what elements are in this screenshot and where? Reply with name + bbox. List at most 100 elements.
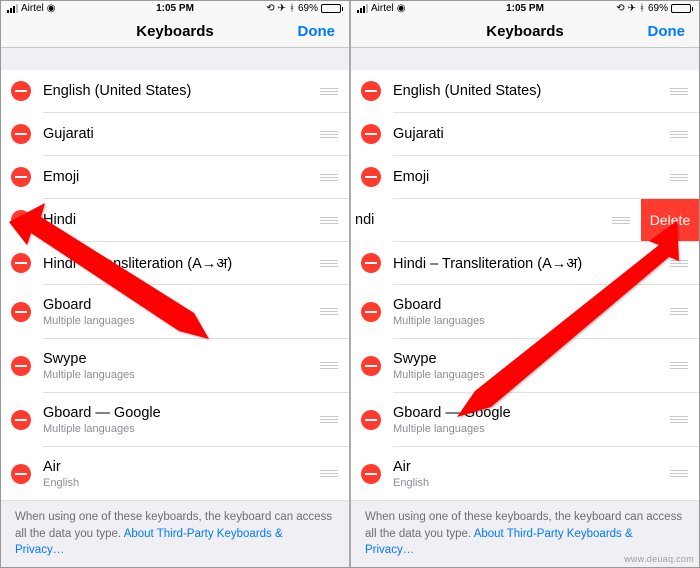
status-time: 1:05 PM [506,3,544,14]
signal-icon [7,4,18,13]
alarm-icon: ✈ [628,3,636,14]
drag-handle-icon[interactable] [611,217,641,224]
list-item[interactable]: Gujarati [351,113,699,156]
row-title: English (United States) [43,83,319,99]
bluetooth-icon: ᚼ [289,3,295,14]
drag-handle-icon[interactable] [669,416,699,423]
drag-handle-icon[interactable] [669,362,699,369]
delete-toggle-icon[interactable] [11,124,31,144]
row-title: Air [43,459,319,475]
row-subtitle: English [43,477,319,489]
delete-toggle-icon[interactable] [11,253,31,273]
row-title: Emoji [393,169,669,185]
drag-handle-icon[interactable] [319,88,349,95]
row-title: Air [393,459,669,475]
list-item[interactable]: Emoji [1,156,349,199]
page-title: Keyboards [136,23,214,40]
drag-handle-icon[interactable] [319,470,349,477]
list-item[interactable]: Hindi – Transliteration (A→अ) [1,242,349,285]
battery-pct: 69% [298,3,318,14]
row-title: Gboard — Google [393,405,669,421]
list-item[interactable]: Gujarati [1,113,349,156]
carrier-label: Airtel [21,3,44,14]
alarm-icon: ✈ [278,3,286,14]
delete-toggle-icon[interactable] [361,464,381,484]
row-title: Hindi [43,212,319,228]
delete-toggle-icon[interactable] [361,81,381,101]
list-item[interactable]: Hindi – Transliteration (A→अ) [351,242,699,285]
drag-handle-icon[interactable] [319,174,349,181]
drag-handle-icon[interactable] [669,308,699,315]
done-button[interactable]: Done [648,23,686,40]
row-subtitle: Multiple languages [393,315,669,327]
row-title: Swype [43,351,319,367]
list-item[interactable]: Hindi [1,199,349,242]
list-item[interactable]: Gboard — Google Multiple languages [1,393,349,447]
drag-handle-icon[interactable] [669,88,699,95]
delete-toggle-icon[interactable] [11,302,31,322]
list-item[interactable]: Emoji [351,156,699,199]
wifi-icon: ◉ [397,3,406,14]
list-item[interactable]: GboardMultiple languages [1,285,349,339]
nav-bar: Keyboards Done [351,16,699,48]
rotation-lock-icon: ⟲ [616,3,624,14]
list-item[interactable]: Air English [351,447,699,501]
row-subtitle: Multiple languages [43,423,319,435]
done-button[interactable]: Done [298,23,336,40]
list-item-swiped[interactable]: ndi Delete [351,199,699,242]
phone-right: Airtel ◉ 1:05 PM ⟲ ✈ ᚼ 69% Keyboards Don… [351,1,699,567]
list-item[interactable]: English (United States) [351,70,699,113]
carrier-label: Airtel [371,3,394,14]
delete-toggle-icon[interactable] [11,167,31,187]
list-item[interactable]: Air English [1,447,349,501]
row-title: Hindi – Transliteration (A→अ) [43,253,319,273]
rotation-lock-icon: ⟲ [266,3,274,14]
drag-handle-icon[interactable] [669,131,699,138]
delete-toggle-icon[interactable] [361,167,381,187]
drag-handle-icon[interactable] [319,362,349,369]
delete-toggle-icon[interactable] [11,81,31,101]
drag-handle-icon[interactable] [319,416,349,423]
row-title: Gujarati [393,126,669,142]
list-item[interactable]: Swype Multiple languages [1,339,349,393]
drag-handle-icon[interactable] [319,131,349,138]
drag-handle-icon[interactable] [319,308,349,315]
battery-icon [671,4,693,13]
row-subtitle: English [393,477,669,489]
drag-handle-icon[interactable] [319,260,349,267]
row-title: Gboard [393,297,669,313]
list-item[interactable]: English (United States) [1,70,349,113]
drag-handle-icon[interactable] [669,260,699,267]
delete-toggle-icon[interactable] [361,253,381,273]
delete-toggle-icon[interactable] [361,124,381,144]
row-title: ndi [355,212,611,228]
row-title: Emoji [43,169,319,185]
row-subtitle: Multiple languages [43,369,319,381]
row-title: Hindi – Transliteration (A→अ) [393,253,669,273]
page-title: Keyboards [486,23,564,40]
battery-pct: 69% [648,3,668,14]
delete-toggle-icon[interactable] [11,356,31,376]
bluetooth-icon: ᚼ [639,3,645,14]
phone-left: Airtel ◉ 1:05 PM ⟲ ✈ ᚼ 69% Keyboards Don… [1,1,349,567]
delete-toggle-icon[interactable] [11,210,31,230]
signal-icon [357,4,368,13]
delete-toggle-icon[interactable] [361,356,381,376]
row-title: English (United States) [393,83,669,99]
delete-toggle-icon[interactable] [11,410,31,430]
row-subtitle: Multiple languages [43,315,319,327]
list-item[interactable]: Gboard Multiple languages [351,285,699,339]
delete-toggle-icon[interactable] [361,302,381,322]
status-time: 1:05 PM [156,3,194,14]
drag-handle-icon[interactable] [319,217,349,224]
list-item[interactable]: SwypeMultiple languages [351,339,699,393]
watermark: www.deuaq.com [624,554,694,564]
list-item[interactable]: Gboard — GoogleMultiple languages [351,393,699,447]
delete-toggle-icon[interactable] [11,464,31,484]
delete-button[interactable]: Delete [641,199,699,242]
drag-handle-icon[interactable] [669,174,699,181]
delete-toggle-icon[interactable] [361,410,381,430]
status-bar: Airtel ◉ 1:05 PM ⟲ ✈ ᚼ 69% [1,1,349,16]
row-title: Gboard — Google [43,405,319,421]
drag-handle-icon[interactable] [669,470,699,477]
